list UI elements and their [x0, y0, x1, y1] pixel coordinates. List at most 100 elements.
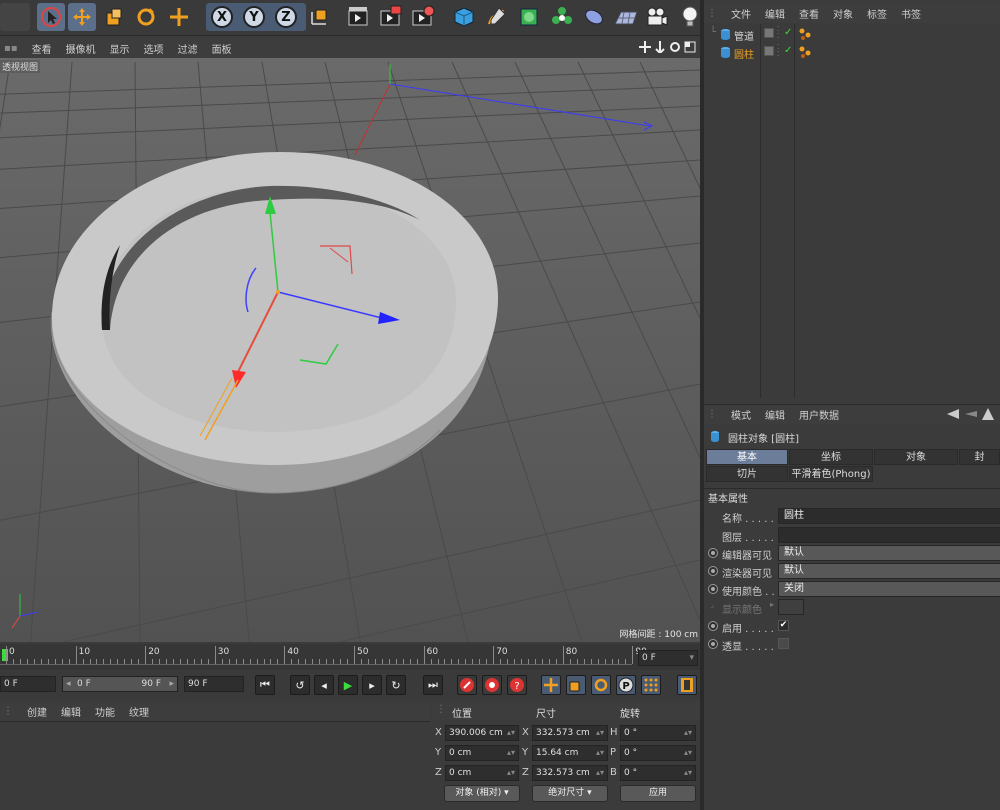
animation-radio-icon[interactable]: [708, 621, 718, 631]
material-menu-function[interactable]: 功能: [88, 704, 122, 719]
material-menu-create[interactable]: 创建: [20, 704, 54, 719]
tab-coordinates[interactable]: 坐标: [789, 449, 873, 465]
rotation-h-field[interactable]: 0 ° ▴▾: [620, 725, 696, 741]
recent-tool-icon[interactable]: [165, 3, 193, 31]
enabled-check-icon[interactable]: ✓: [784, 27, 792, 38]
select-tool-icon[interactable]: [37, 3, 65, 31]
autokeying-icon[interactable]: [482, 675, 502, 695]
keyframe-selection-icon[interactable]: ?: [507, 675, 527, 695]
viewport-maximize-icon[interactable]: [684, 41, 696, 53]
size-z-field[interactable]: 332.573 cm ▴▾: [532, 765, 608, 781]
om-menu-view[interactable]: 查看: [792, 6, 826, 21]
key-scale-icon[interactable]: [566, 675, 586, 695]
object-name[interactable]: 圆柱: [734, 46, 754, 61]
y-axis-lock-button[interactable]: Y: [240, 3, 268, 31]
timeline[interactable]: 0102030405060708090 0 F▾: [0, 644, 702, 670]
enabled-checkbox[interactable]: ✔: [778, 620, 789, 631]
viewport-rotate-icon[interactable]: [669, 41, 681, 53]
playhead-marker[interactable]: [2, 649, 8, 661]
key-position-icon[interactable]: [541, 675, 561, 695]
up-arrow-icon[interactable]: [982, 408, 994, 420]
object-name[interactable]: 管道: [734, 28, 754, 43]
deformer-icon[interactable]: [580, 3, 608, 31]
position-x-field[interactable]: 390.006 cm ▴▾: [445, 725, 519, 741]
z-axis-lock-button[interactable]: Z: [272, 3, 300, 31]
next-frame-button[interactable]: ▸: [362, 675, 382, 695]
render-picture-viewer-icon[interactable]: [377, 3, 405, 31]
tab-basic[interactable]: 基本: [706, 449, 788, 465]
object-row-cylinder[interactable]: 圆柱 ⁚ ⁚ ✓: [704, 44, 1000, 61]
apply-button[interactable]: 应用: [620, 785, 696, 802]
om-menu-object[interactable]: 对象: [826, 6, 860, 21]
scale-tool-icon[interactable]: [100, 3, 128, 31]
display-color-swatch[interactable]: [778, 599, 804, 615]
viewport-menu-filter[interactable]: 过滤: [171, 41, 205, 56]
viewport-menu-camera[interactable]: 摄像机: [59, 41, 103, 56]
render-view-icon[interactable]: [345, 3, 373, 31]
x-axis-lock-button[interactable]: X: [208, 3, 236, 31]
animation-radio-icon[interactable]: [708, 639, 718, 649]
key-rotation-icon[interactable]: [591, 675, 611, 695]
material-menu-edit[interactable]: 编辑: [54, 704, 88, 719]
end-frame-field[interactable]: 90 F: [184, 676, 244, 692]
coord-mode-dropdown[interactable]: 对象 (相对) ▾: [444, 785, 520, 802]
cube-primitive-icon[interactable]: [450, 3, 478, 31]
render-settings-icon[interactable]: [409, 3, 437, 31]
render-visible-dropdown[interactable]: 默认: [778, 563, 1000, 579]
move-tool-icon[interactable]: [68, 3, 96, 31]
size-x-field[interactable]: 332.573 cm ▴▾: [532, 725, 608, 741]
subdivision-surface-icon[interactable]: [515, 3, 543, 31]
rotation-p-field[interactable]: 0 ° ▴▾: [620, 745, 696, 761]
visibility-dots-icon[interactable]: ⁚ ⁚: [777, 26, 779, 40]
previous-frame-button[interactable]: ◂: [314, 675, 334, 695]
phong-tag-icon[interactable]: [799, 28, 811, 40]
forward-arrow-icon[interactable]: [964, 408, 978, 420]
om-menu-tags[interactable]: 标签: [860, 6, 894, 21]
position-y-field[interactable]: 0 cm ▴▾: [445, 745, 519, 761]
tab-slice[interactable]: 切片: [706, 466, 788, 482]
layer-icon[interactable]: [764, 46, 774, 56]
viewport-menu-display[interactable]: 显示: [103, 41, 137, 56]
om-menu-edit[interactable]: 编辑: [758, 6, 792, 21]
pen-spline-icon[interactable]: [482, 3, 510, 31]
animation-radio-icon[interactable]: [708, 548, 718, 558]
viewport-menu-options[interactable]: 选项: [137, 41, 171, 56]
coordinate-system-icon[interactable]: [305, 3, 333, 31]
layer-field[interactable]: [778, 527, 1000, 543]
play-button[interactable]: ▶: [338, 675, 358, 695]
size-y-field[interactable]: 15.64 cm ▴▾: [532, 745, 608, 761]
record-active-objects-icon[interactable]: [457, 675, 477, 695]
animation-radio-icon[interactable]: [708, 566, 718, 576]
expand-arrow-icon[interactable]: ▸: [770, 600, 774, 609]
rotate-tool-icon[interactable]: [132, 3, 160, 31]
size-mode-dropdown[interactable]: 绝对尺寸 ▾: [532, 785, 608, 802]
viewport-dolly-icon[interactable]: [654, 41, 666, 53]
go-to-end-button[interactable]: ⏭: [423, 675, 443, 695]
current-frame-field[interactable]: 0 F ▾: [638, 650, 698, 666]
floor-icon[interactable]: [612, 3, 640, 31]
undo-icon[interactable]: [0, 3, 30, 31]
material-area[interactable]: [0, 722, 430, 810]
rotation-b-field[interactable]: 0 ° ▴▾: [620, 765, 696, 781]
position-z-field[interactable]: 0 cm ▴▾: [445, 765, 519, 781]
editor-visible-dropdown[interactable]: 默认: [778, 545, 1000, 561]
cloner-icon[interactable]: [548, 3, 576, 31]
phong-tag-icon[interactable]: [799, 46, 811, 58]
timeline-window-icon[interactable]: [677, 675, 697, 695]
om-menu-bookmarks[interactable]: 书签: [894, 6, 928, 21]
go-to-start-button[interactable]: ⏮: [255, 675, 275, 695]
object-row-pipe[interactable]: └ 管道 ⁚ ⁚ ✓: [704, 26, 1000, 43]
start-frame-field[interactable]: 0 F: [0, 676, 56, 692]
use-color-dropdown[interactable]: 关闭: [778, 581, 1000, 597]
viewport-menu-view[interactable]: 查看: [25, 41, 59, 56]
key-parameter-icon[interactable]: P: [616, 675, 636, 695]
previous-key-button[interactable]: ↺: [290, 675, 310, 695]
am-menu-mode[interactable]: 模式: [724, 407, 758, 422]
key-pla-icon[interactable]: [641, 675, 661, 695]
tab-caps[interactable]: 封: [959, 449, 1000, 465]
am-menu-userdata[interactable]: 用户数据: [792, 407, 846, 422]
xray-checkbox[interactable]: [778, 638, 789, 649]
material-menu-texture[interactable]: 纹理: [122, 704, 156, 719]
camera-icon[interactable]: [643, 3, 671, 31]
viewport-menu-panel[interactable]: 面板: [205, 41, 239, 56]
